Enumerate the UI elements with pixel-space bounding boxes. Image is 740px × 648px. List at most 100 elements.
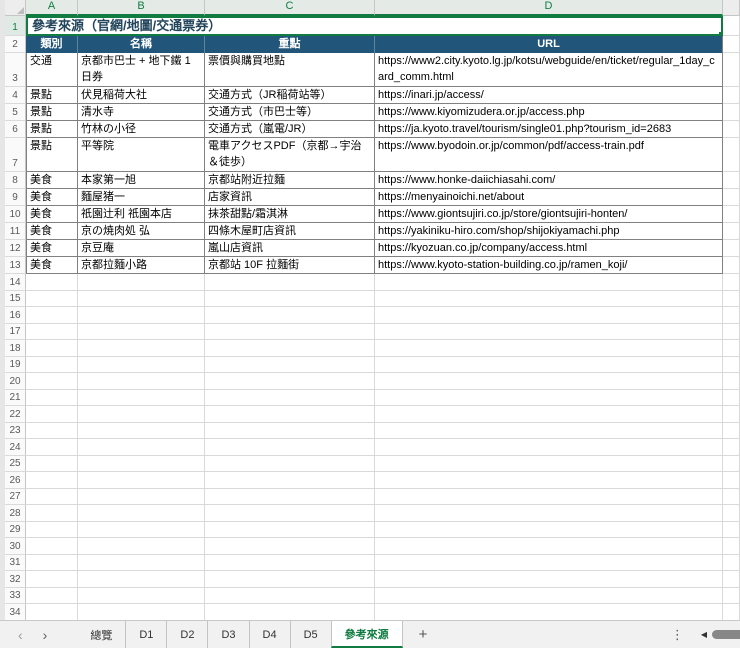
- empty-cell[interactable]: [375, 571, 723, 588]
- empty-cell[interactable]: [78, 587, 205, 604]
- sheet-tab[interactable]: D5: [289, 621, 331, 648]
- cell-e[interactable]: [723, 53, 740, 87]
- empty-cell[interactable]: [78, 488, 205, 505]
- empty-cell[interactable]: [205, 340, 375, 357]
- empty-cell[interactable]: [205, 422, 375, 439]
- empty-cell[interactable]: [78, 455, 205, 472]
- cell-focus[interactable]: 電車アクセスPDF（京都→宇治＆徒歩）: [205, 138, 375, 172]
- cell-e[interactable]: [723, 138, 740, 172]
- empty-cell[interactable]: [26, 472, 78, 489]
- empty-cell[interactable]: [78, 373, 205, 390]
- empty-cell[interactable]: [375, 488, 723, 505]
- sheet-tab-active[interactable]: 參考來源: [330, 621, 403, 648]
- row-number[interactable]: 5: [5, 104, 26, 121]
- empty-cell[interactable]: [26, 356, 78, 373]
- empty-cell[interactable]: [375, 290, 723, 307]
- cell-focus[interactable]: 店家資訊: [205, 189, 375, 206]
- empty-cell[interactable]: [26, 422, 78, 439]
- cell-e[interactable]: [723, 104, 740, 121]
- row-number[interactable]: 25: [5, 455, 26, 472]
- empty-cell[interactable]: [205, 373, 375, 390]
- column-header-c[interactable]: C: [205, 0, 375, 16]
- cell-category[interactable]: 美食: [26, 172, 78, 189]
- empty-cell[interactable]: [205, 571, 375, 588]
- row-number[interactable]: 10: [5, 206, 26, 223]
- row-number[interactable]: 13: [5, 257, 26, 274]
- cell-url[interactable]: https://ja.kyoto.travel/tourism/single01…: [375, 121, 723, 138]
- empty-cell[interactable]: [375, 538, 723, 555]
- row-number[interactable]: 18: [5, 340, 26, 357]
- header-cell-name[interactable]: 名稱: [78, 36, 205, 53]
- empty-cell[interactable]: [723, 505, 740, 522]
- header-cell-focus[interactable]: 重點: [205, 36, 375, 53]
- sheet-tab[interactable]: D4: [248, 621, 290, 648]
- row-number[interactable]: 32: [5, 571, 26, 588]
- empty-cell[interactable]: [78, 521, 205, 538]
- more-options-icon[interactable]: ⋮: [659, 621, 696, 648]
- row-number[interactable]: 11: [5, 223, 26, 240]
- cell-e1[interactable]: [723, 16, 740, 36]
- cell-e[interactable]: [723, 206, 740, 223]
- cell-name[interactable]: 京都拉麵小路: [78, 257, 205, 274]
- sheet-title-cell[interactable]: 參考來源（官網/地圖/交通票券）: [26, 16, 723, 36]
- empty-cell[interactable]: [26, 290, 78, 307]
- empty-cell[interactable]: [375, 554, 723, 571]
- empty-cell[interactable]: [78, 472, 205, 489]
- empty-cell[interactable]: [26, 439, 78, 456]
- empty-cell[interactable]: [723, 389, 740, 406]
- empty-cell[interactable]: [205, 488, 375, 505]
- empty-cell[interactable]: [205, 472, 375, 489]
- row-number[interactable]: 1: [5, 16, 26, 36]
- empty-cell[interactable]: [205, 439, 375, 456]
- empty-cell[interactable]: [205, 554, 375, 571]
- cell-e[interactable]: [723, 172, 740, 189]
- empty-cell[interactable]: [26, 505, 78, 522]
- empty-cell[interactable]: [78, 538, 205, 555]
- column-header-b[interactable]: B: [78, 0, 205, 16]
- cell-category[interactable]: 交通: [26, 53, 78, 87]
- row-number[interactable]: 19: [5, 356, 26, 373]
- row-number[interactable]: 2: [5, 36, 26, 53]
- cell-url[interactable]: https://yakiniku-hiro.com/shop/shijokiya…: [375, 223, 723, 240]
- row-number[interactable]: 20: [5, 373, 26, 390]
- cell-focus[interactable]: 交通方式（市巴士等）: [205, 104, 375, 121]
- empty-cell[interactable]: [26, 488, 78, 505]
- empty-cell[interactable]: [375, 521, 723, 538]
- empty-cell[interactable]: [723, 340, 740, 357]
- row-number[interactable]: 4: [5, 87, 26, 104]
- row-number[interactable]: 9: [5, 189, 26, 206]
- cell-focus[interactable]: 京都站附近拉麵: [205, 172, 375, 189]
- empty-cell[interactable]: [26, 274, 78, 291]
- cell-e[interactable]: [723, 240, 740, 257]
- cell-e[interactable]: [723, 223, 740, 240]
- header-cell-url[interactable]: URL: [375, 36, 723, 53]
- cell-name[interactable]: 京都市巴士 + 地下鐵 1 日券: [78, 53, 205, 87]
- row-number[interactable]: 16: [5, 307, 26, 324]
- empty-cell[interactable]: [375, 356, 723, 373]
- empty-cell[interactable]: [205, 290, 375, 307]
- cell-name[interactable]: 清水寺: [78, 104, 205, 121]
- empty-cell[interactable]: [26, 389, 78, 406]
- row-number[interactable]: 33: [5, 587, 26, 604]
- empty-cell[interactable]: [26, 571, 78, 588]
- empty-cell[interactable]: [26, 323, 78, 340]
- empty-cell[interactable]: [375, 472, 723, 489]
- hscroll-left-arrow-icon[interactable]: ◀: [696, 621, 712, 648]
- empty-cell[interactable]: [723, 554, 740, 571]
- cell-focus[interactable]: 四條木屋町店資訊: [205, 223, 375, 240]
- empty-cell[interactable]: [375, 505, 723, 522]
- empty-cell[interactable]: [205, 521, 375, 538]
- empty-cell[interactable]: [723, 538, 740, 555]
- empty-cell[interactable]: [375, 587, 723, 604]
- cell-e[interactable]: [723, 257, 740, 274]
- empty-cell[interactable]: [26, 406, 78, 423]
- row-number[interactable]: 30: [5, 538, 26, 555]
- cell-url[interactable]: https://www.byodoin.or.jp/common/pdf/acc…: [375, 138, 723, 172]
- cell-focus[interactable]: 交通方式（嵐電/JR）: [205, 121, 375, 138]
- tabs-scroll-right-icon[interactable]: ›: [43, 628, 48, 642]
- cell-name[interactable]: 本家第一旭: [78, 172, 205, 189]
- row-number[interactable]: 3: [5, 53, 26, 87]
- row-number[interactable]: 6: [5, 121, 26, 138]
- cell-category[interactable]: 美食: [26, 189, 78, 206]
- row-number[interactable]: 24: [5, 439, 26, 456]
